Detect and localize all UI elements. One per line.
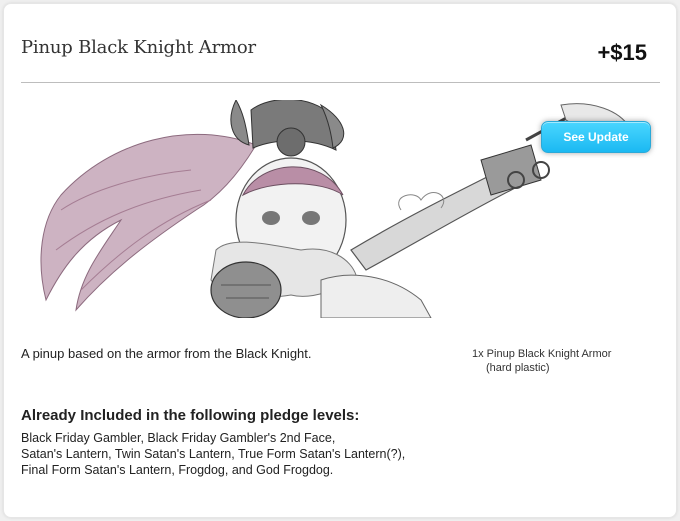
- included-line: Final Form Satan's Lantern, Frogdog, and…: [21, 463, 334, 477]
- see-update-button[interactable]: See Update: [541, 121, 651, 153]
- reward-description: A pinup based on the armor from the Blac…: [21, 346, 312, 361]
- reward-card: Pinup Black Knight Armor +$15 See Update…: [3, 3, 677, 518]
- included-line: Black Friday Gambler, Black Friday Gambl…: [21, 431, 336, 445]
- included-heading: Already Included in the following pledge…: [21, 407, 360, 424]
- included-line: Satan's Lantern, Twin Satan's Lantern, T…: [21, 447, 406, 461]
- divider: [21, 82, 660, 83]
- reward-title: Pinup Black Knight Armor: [21, 37, 256, 58]
- reward-item: 1x Pinup Black Knight Armor (hard plasti…: [472, 347, 662, 375]
- reward-item-name: 1x Pinup Black Knight Armor: [472, 348, 612, 360]
- reward-price: +$15: [597, 40, 647, 65]
- included-pledge-list: Black Friday Gambler, Black Friday Gambl…: [21, 430, 481, 478]
- reward-item-material: (hard plastic): [486, 362, 550, 374]
